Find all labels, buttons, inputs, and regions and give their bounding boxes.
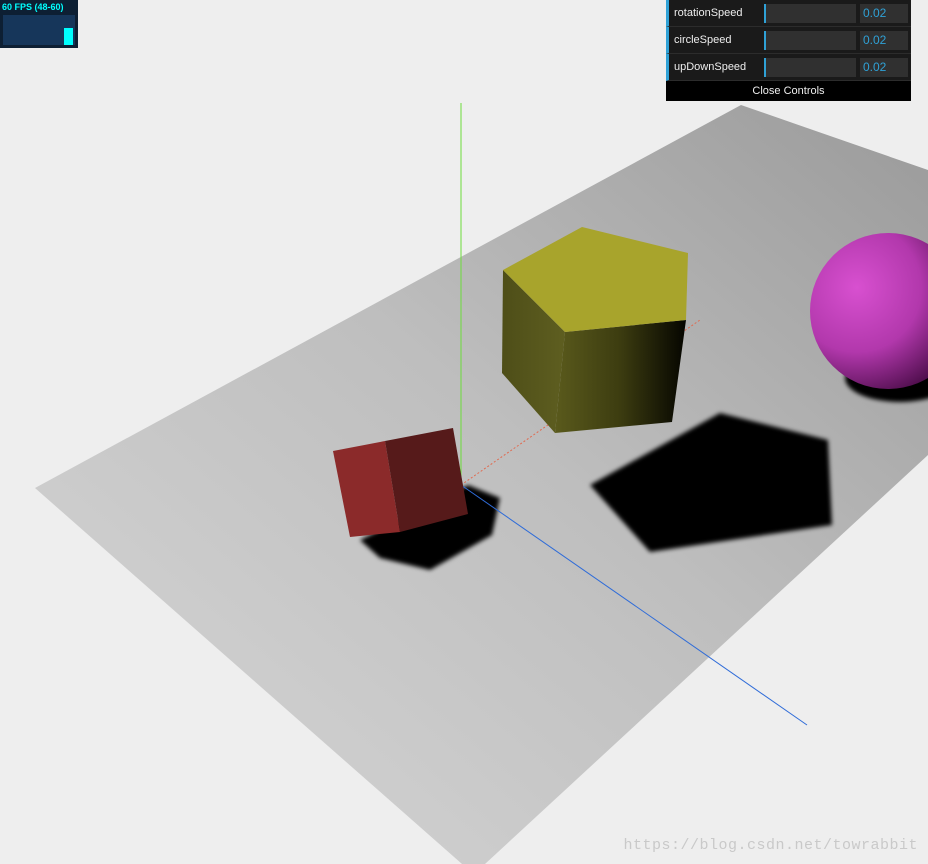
control-label-circle-speed: circleSpeed	[674, 34, 732, 46]
slider-fill	[764, 4, 766, 23]
rotation-speed-slider[interactable]	[764, 4, 856, 23]
control-label-up-down-speed: upDownSpeed	[674, 61, 747, 73]
close-controls-button[interactable]: Close Controls	[666, 81, 911, 101]
controls-panel: rotationSpeed 0.02 circleSpeed 0.02 upDo…	[666, 0, 911, 101]
circle-speed-input[interactable]: 0.02	[860, 31, 908, 50]
up-down-speed-input[interactable]: 0.02	[860, 58, 908, 77]
circle-speed-slider[interactable]	[764, 31, 856, 50]
webgl-canvas[interactable]	[0, 0, 928, 864]
control-row-circle-speed: circleSpeed 0.02	[666, 27, 911, 54]
slider-fill	[764, 58, 766, 77]
control-label-rotation-speed: rotationSpeed	[674, 7, 743, 19]
stats-panel[interactable]: 60 FPS (48-60)	[0, 0, 78, 48]
rotation-speed-input[interactable]: 0.02	[860, 4, 908, 23]
up-down-speed-slider[interactable]	[764, 58, 856, 77]
watermark-url: https://blog.csdn.net/towrabbit	[623, 837, 918, 854]
slider-fill	[764, 31, 766, 50]
fps-graph-bar	[64, 28, 73, 45]
control-row-rotation-speed: rotationSpeed 0.02	[666, 0, 911, 27]
fps-readout: 60 FPS (48-60)	[2, 2, 64, 12]
yellow-prism	[502, 227, 688, 433]
fps-graph	[3, 15, 75, 45]
control-row-up-down-speed: upDownSpeed 0.02	[666, 54, 911, 81]
